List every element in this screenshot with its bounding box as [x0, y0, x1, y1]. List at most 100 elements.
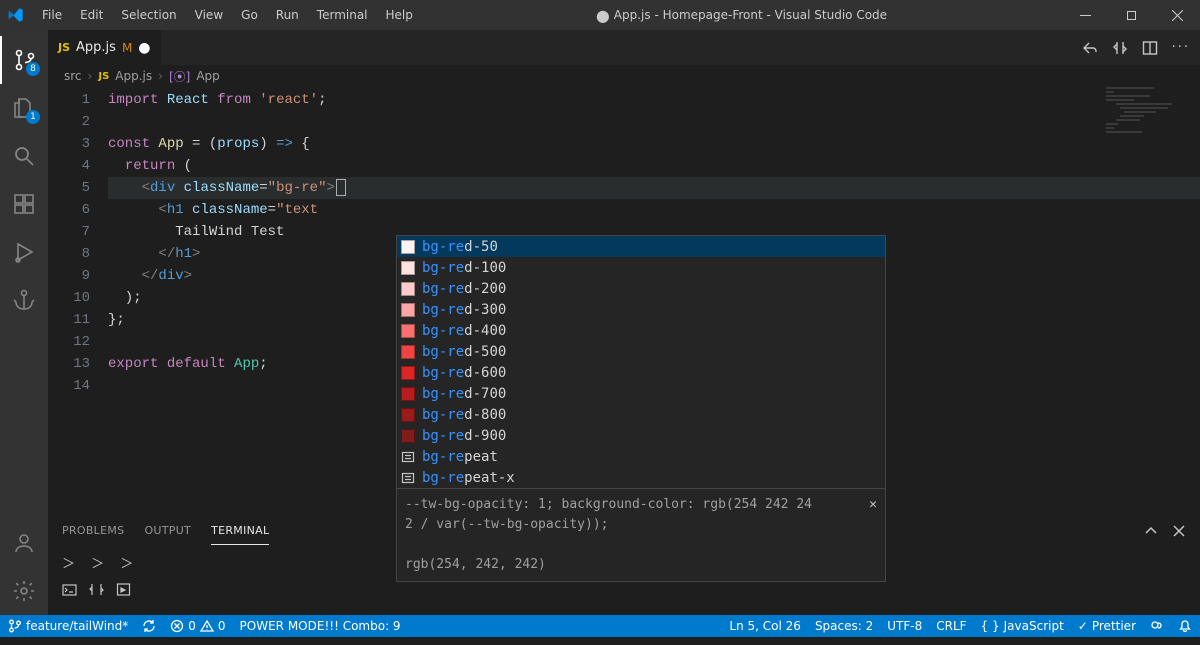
terminal-run-icon[interactable] [116, 582, 131, 597]
extensions-icon[interactable] [0, 180, 48, 228]
status-cursor-position[interactable]: Ln 5, Col 26 [729, 619, 801, 633]
line-number: 3 [48, 133, 90, 155]
menu-run[interactable]: Run [268, 4, 307, 26]
suggest-label: bg-red-300 [422, 302, 506, 318]
color-swatch-icon [401, 345, 415, 359]
panel-tab-problems[interactable]: PROBLEMS [62, 517, 124, 544]
editor-tab[interactable]: JS App.js M ● [48, 30, 162, 65]
code-line[interactable]: <h1 className="text [108, 199, 1200, 221]
color-swatch-icon [401, 324, 415, 338]
scm-badge: 8 [26, 62, 40, 76]
menu-help[interactable]: Help [378, 4, 421, 26]
code-line[interactable]: <div className="bg-re"> [108, 177, 1200, 199]
suggest-item[interactable]: bg-red-100 [397, 257, 885, 278]
suggest-label: bg-red-50 [422, 239, 498, 255]
vscode-logo-icon [8, 7, 24, 23]
minimap[interactable] [1106, 87, 1186, 147]
code-line[interactable]: return ( [108, 155, 1200, 177]
close-details-icon[interactable]: ✕ [869, 495, 877, 515]
breadcrumbs[interactable]: src › JS App.js › [⦿] App [48, 65, 1200, 87]
breadcrumb-file[interactable]: App.js [115, 69, 152, 83]
status-bar: feature/tailWind* 0 0 POWER MODE!!! Comb… [0, 615, 1200, 637]
source-control-icon[interactable]: 8 [0, 36, 48, 84]
split-terminal-icon[interactable] [89, 582, 104, 597]
detail-line1: --tw-bg-opacity: 1; background-color: rg… [405, 497, 812, 512]
main-area: 8 1 JS App.js M ● ··· [0, 30, 1200, 615]
js-file-icon: JS [98, 71, 109, 82]
status-encoding[interactable]: UTF-8 [887, 619, 922, 633]
line-number: 4 [48, 155, 90, 177]
maximize-button[interactable] [1108, 0, 1154, 30]
go-back-icon[interactable] [1082, 40, 1098, 56]
menu-selection[interactable]: Selection [113, 4, 184, 26]
js-file-icon: JS [58, 41, 70, 54]
detail-line3: rgb(254, 242, 242) [405, 557, 546, 572]
color-swatch-icon [401, 240, 415, 254]
suggest-item[interactable]: bg-red-50 [397, 236, 885, 257]
suggest-item[interactable]: bg-red-900 [397, 425, 885, 446]
line-number: 1 [48, 89, 90, 111]
search-icon[interactable] [0, 132, 48, 180]
suggest-item[interactable]: bg-red-700 [397, 383, 885, 404]
close-panel-icon[interactable] [1172, 524, 1186, 538]
minimize-button[interactable] [1062, 0, 1108, 30]
more-actions-icon[interactable]: ··· [1172, 40, 1190, 55]
compare-changes-icon[interactable] [1112, 40, 1128, 56]
accounts-icon[interactable] [0, 519, 48, 567]
suggest-item[interactable]: bg-red-300 [397, 299, 885, 320]
menu-bar: FileEditSelectionViewGoRunTerminalHelp [34, 4, 421, 26]
menu-file[interactable]: File [34, 4, 70, 26]
status-power-mode[interactable]: POWER MODE!!! Combo: 9 [240, 619, 401, 633]
status-problems[interactable]: 0 0 [170, 619, 225, 633]
panel-tab-terminal[interactable]: TERMINAL [211, 517, 269, 545]
code-line[interactable]: const App = (props) => { [108, 133, 1200, 155]
suggest-item[interactable]: bg-red-500 [397, 341, 885, 362]
suggest-item[interactable]: bg-red-400 [397, 320, 885, 341]
menu-go[interactable]: Go [233, 4, 266, 26]
enum-icon [401, 450, 415, 464]
suggest-label: bg-red-700 [422, 386, 506, 402]
suggest-item[interactable]: bg-repeat [397, 446, 885, 467]
suggest-item[interactable]: bg-red-200 [397, 278, 885, 299]
error-icon [170, 619, 184, 633]
status-bell-icon[interactable] [1178, 619, 1192, 633]
title-bar: FileEditSelectionViewGoRunTerminalHelp ●… [0, 0, 1200, 30]
menu-terminal[interactable]: Terminal [309, 4, 376, 26]
terminal-prompt: ＞ ＞ ＞ [62, 553, 139, 572]
code-line[interactable]: import React from 'react'; [108, 89, 1200, 111]
symbol-function-icon: [⦿] [169, 68, 190, 85]
breadcrumb-symbol[interactable]: App [196, 69, 219, 83]
suggest-item[interactable]: bg-red-600 [397, 362, 885, 383]
chevron-right-icon: › [88, 69, 93, 83]
breadcrumb-folder[interactable]: src [64, 69, 82, 83]
status-feedback-icon[interactable] [1150, 619, 1164, 633]
status-branch[interactable]: feature/tailWind* [8, 619, 128, 633]
menu-edit[interactable]: Edit [72, 4, 111, 26]
explorer-icon[interactable]: 1 [0, 84, 48, 132]
run-debug-icon[interactable] [0, 228, 48, 276]
close-button[interactable] [1154, 0, 1200, 30]
sync-icon [142, 619, 156, 633]
status-sync[interactable] [142, 619, 156, 633]
line-number: 13 [48, 353, 90, 375]
line-number: 7 [48, 221, 90, 243]
warning-icon [200, 619, 214, 633]
terminal-profile-icon[interactable] [62, 582, 77, 597]
settings-gear-icon[interactable] [0, 567, 48, 615]
git-branch-icon [8, 619, 22, 633]
status-language[interactable]: { }JavaScript [981, 619, 1064, 633]
panel-tab-output[interactable]: OUTPUT [144, 517, 191, 544]
status-prettier[interactable]: ✓Prettier [1078, 619, 1136, 633]
code-line[interactable] [108, 111, 1200, 133]
split-editor-icon[interactable] [1142, 40, 1158, 56]
suggest-widget[interactable]: bg-red-50 bg-red-100bg-red-200 bg-red-300 b… [396, 235, 886, 582]
anchor-icon[interactable] [0, 276, 48, 324]
suggest-item[interactable]: bg-red-800 [397, 404, 885, 425]
status-eol[interactable]: CRLF [936, 619, 966, 633]
status-indentation[interactable]: Spaces: 2 [815, 619, 873, 633]
chevron-up-icon[interactable] [1144, 524, 1158, 538]
menu-view[interactable]: View [187, 4, 231, 26]
suggest-item[interactable]: bg-repeat-x [397, 467, 885, 488]
color-swatch-icon [401, 261, 415, 275]
line-number: 12 [48, 331, 90, 353]
